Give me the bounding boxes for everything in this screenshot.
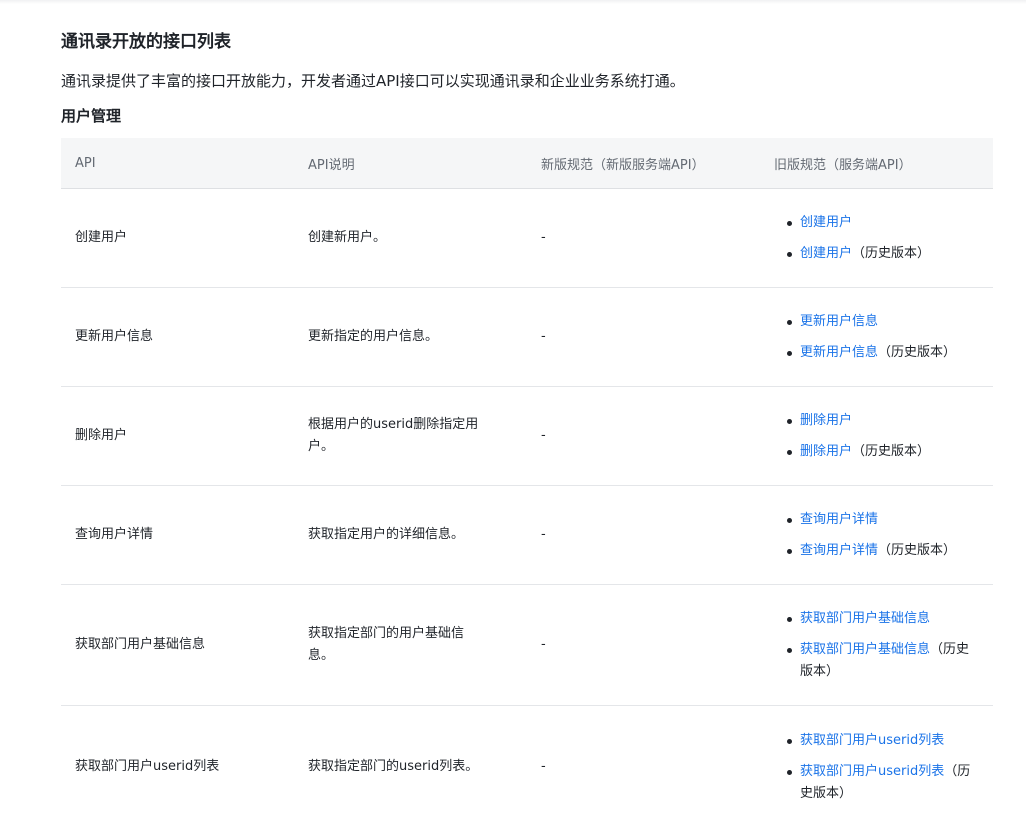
list-item: 获取部门用户userid列表（历史版本）	[800, 761, 975, 805]
doc-link[interactable]: 获取部门用户基础信息	[800, 611, 930, 626]
top-shadow	[0, 0, 1026, 4]
new-spec-cell: -	[527, 706, 760, 828]
new-spec-cell: -	[527, 486, 760, 585]
legacy-link-list: 获取部门用户userid列表 获取部门用户userid列表（历史版本）	[774, 730, 975, 805]
bullet-icon	[787, 518, 792, 523]
list-item: 创建用户	[800, 212, 975, 234]
bullet-icon	[787, 419, 792, 424]
table-row: 删除用户 根据用户的userid删除指定用户。 - 删除用户 删除用户（历史版本…	[61, 387, 993, 486]
api-name-cell: 获取部门用户userid列表	[61, 706, 294, 828]
table-header-row: API API说明 新版规范（新版服务端API） 旧版规范（服务端API）	[61, 138, 993, 189]
doc-link[interactable]: 获取部门用户userid列表	[800, 733, 944, 748]
bullet-icon	[787, 648, 792, 653]
legacy-spec-cell: 获取部门用户基础信息 获取部门用户基础信息（历史版本）	[760, 585, 993, 706]
bullet-icon	[787, 617, 792, 622]
api-name-cell: 删除用户	[61, 387, 294, 486]
new-spec-cell: -	[527, 585, 760, 706]
section-title: 用户管理	[61, 104, 121, 128]
legacy-link-list: 创建用户 创建用户（历史版本）	[774, 212, 975, 265]
api-description-cell: 根据用户的userid删除指定用户。	[294, 387, 527, 486]
legacy-link-list: 更新用户信息 更新用户信息（历史版本）	[774, 311, 975, 364]
legacy-spec-cell: 更新用户信息 更新用户信息（历史版本）	[760, 288, 993, 387]
bullet-icon	[787, 351, 792, 356]
doc-link[interactable]: 更新用户信息	[800, 314, 878, 329]
column-header-api: API	[61, 138, 294, 189]
api-table: API API说明 新版规范（新版服务端API） 旧版规范（服务端API） 创建…	[61, 138, 993, 828]
legacy-link-list: 查询用户详情 查询用户详情（历史版本）	[774, 509, 975, 562]
api-description-cell: 获取指定用户的详细信息。	[294, 486, 527, 585]
api-description-cell: 获取指定部门的userid列表。	[294, 706, 527, 828]
table-row: 查询用户详情 获取指定用户的详细信息。 - 查询用户详情 查询用户详情（历史版本…	[61, 486, 993, 585]
api-name-cell: 获取部门用户基础信息	[61, 585, 294, 706]
api-name-cell: 更新用户信息	[61, 288, 294, 387]
legacy-spec-cell: 查询用户详情 查询用户详情（历史版本）	[760, 486, 993, 585]
bullet-icon	[787, 770, 792, 775]
history-version-label: （历史版本）	[878, 345, 956, 360]
list-item: 获取部门用户userid列表	[800, 730, 975, 752]
legacy-link-list: 获取部门用户基础信息 获取部门用户基础信息（历史版本）	[774, 608, 975, 683]
legacy-spec-cell: 创建用户 创建用户（历史版本）	[760, 189, 993, 288]
bullet-icon	[787, 739, 792, 744]
doc-link[interactable]: 查询用户详情	[800, 512, 878, 527]
new-spec-cell: -	[527, 387, 760, 486]
legacy-spec-cell: 删除用户 删除用户（历史版本）	[760, 387, 993, 486]
list-item: 查询用户详情	[800, 509, 975, 531]
history-version-label: （历史版本）	[878, 543, 956, 558]
history-version-label: （历史版本）	[852, 246, 930, 261]
api-description-cell: 创建新用户。	[294, 189, 527, 288]
legacy-spec-cell: 获取部门用户userid列表 获取部门用户userid列表（历史版本）	[760, 706, 993, 828]
list-item: 更新用户信息	[800, 311, 975, 333]
list-item: 获取部门用户基础信息（历史版本）	[800, 639, 975, 683]
table-row: 更新用户信息 更新指定的用户信息。 - 更新用户信息 更新用户信息（历史版本）	[61, 288, 993, 387]
bullet-icon	[787, 450, 792, 455]
table-row: 获取部门用户基础信息 获取指定部门的用户基础信息。 - 获取部门用户基础信息 获…	[61, 585, 993, 706]
new-spec-cell: -	[527, 189, 760, 288]
doc-link[interactable]: 创建用户	[800, 246, 852, 261]
bullet-icon	[787, 252, 792, 257]
doc-link[interactable]: 获取部门用户userid列表	[800, 764, 944, 779]
column-header-new-spec: 新版规范（新版服务端API）	[527, 138, 760, 189]
legacy-link-list: 删除用户 删除用户（历史版本）	[774, 410, 975, 463]
table-row: 创建用户 创建新用户。 - 创建用户 创建用户（历史版本）	[61, 189, 993, 288]
list-item: 创建用户（历史版本）	[800, 243, 975, 265]
bullet-icon	[787, 320, 792, 325]
api-name-cell: 创建用户	[61, 189, 294, 288]
api-description-cell: 更新指定的用户信息。	[294, 288, 527, 387]
api-name-cell: 查询用户详情	[61, 486, 294, 585]
new-spec-cell: -	[527, 288, 760, 387]
list-item: 删除用户（历史版本）	[800, 441, 975, 463]
intro-paragraph: 通讯录提供了丰富的接口开放能力，开发者通过API接口可以实现通讯录和企业业务系统…	[61, 69, 685, 93]
list-item: 删除用户	[800, 410, 975, 432]
doc-link[interactable]: 更新用户信息	[800, 345, 878, 360]
table-row: 获取部门用户userid列表 获取指定部门的userid列表。 - 获取部门用户…	[61, 706, 993, 828]
doc-link[interactable]: 获取部门用户基础信息	[800, 642, 930, 657]
list-item: 查询用户详情（历史版本）	[800, 540, 975, 562]
page-title: 通讯录开放的接口列表	[61, 30, 231, 54]
column-header-description: API说明	[294, 138, 527, 189]
doc-link[interactable]: 删除用户	[800, 413, 852, 428]
doc-link[interactable]: 创建用户	[800, 215, 852, 230]
list-item: 更新用户信息（历史版本）	[800, 342, 975, 364]
api-description-cell: 获取指定部门的用户基础信息。	[294, 585, 527, 706]
doc-link[interactable]: 删除用户	[800, 444, 852, 459]
doc-link[interactable]: 查询用户详情	[800, 543, 878, 558]
bullet-icon	[787, 549, 792, 554]
column-header-legacy-spec: 旧版规范（服务端API）	[760, 138, 993, 189]
bullet-icon	[787, 221, 792, 226]
list-item: 获取部门用户基础信息	[800, 608, 975, 630]
history-version-label: （历史版本）	[852, 444, 930, 459]
